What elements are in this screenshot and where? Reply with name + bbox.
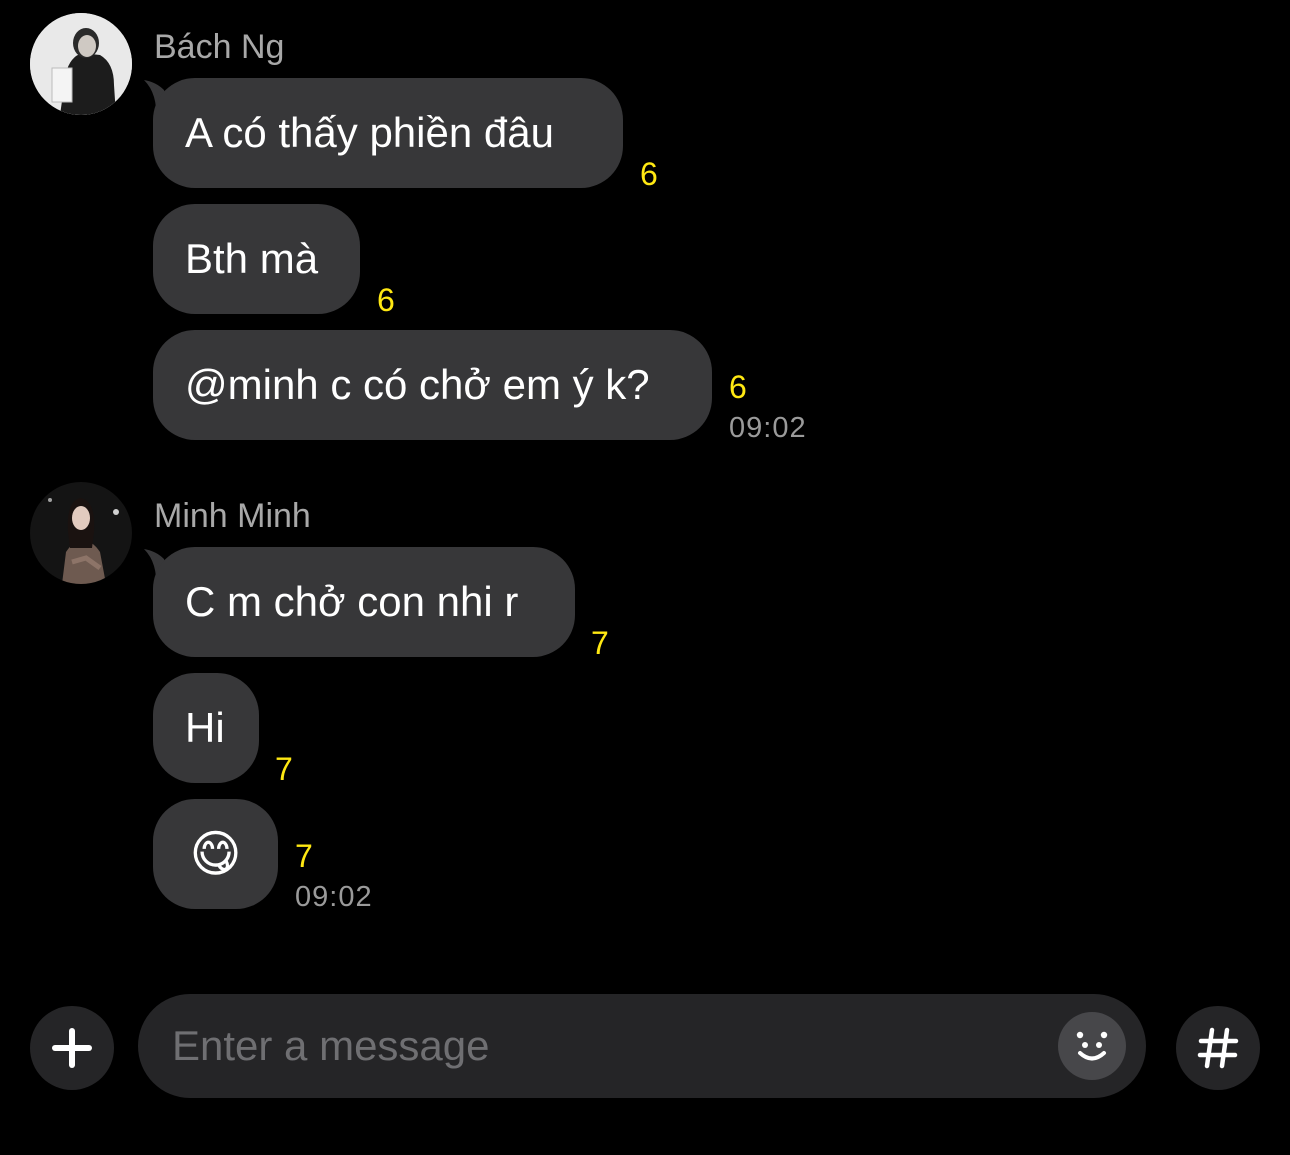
hashtag-icon — [1197, 1027, 1239, 1069]
message-bubble[interactable]: Bth mà — [153, 204, 360, 314]
message-timestamp: 09:02 — [295, 881, 373, 913]
avatar-bach-ng[interactable] — [30, 13, 132, 115]
sender-name: Bách Ng — [154, 28, 285, 66]
unread-count: 7 — [275, 751, 293, 787]
unread-count: 7 — [295, 838, 313, 874]
unread-count: 6 — [640, 156, 658, 192]
plus-icon — [52, 1028, 92, 1068]
message-text: @minh c có chở em ý k? — [185, 361, 650, 408]
message-text: C m chở con nhi r — [185, 578, 519, 625]
emoji-button[interactable] — [1058, 1012, 1126, 1080]
message-input[interactable]: Enter a message — [138, 994, 1146, 1098]
smiley-face-icon — [1076, 1031, 1108, 1061]
message-bubble[interactable]: A có thấy phiền đâu — [153, 78, 623, 188]
unread-count: 6 — [729, 369, 747, 405]
message-bubble[interactable]: 😋 — [153, 799, 278, 909]
message-bubble[interactable]: Hi — [153, 673, 259, 783]
unread-count: 7 — [591, 625, 609, 661]
message-timestamp: 09:02 — [729, 412, 807, 444]
message-text: Hi — [185, 704, 225, 751]
message-bubble[interactable]: @minh c có chở em ý k? — [153, 330, 712, 440]
profile-photo-icon — [30, 482, 132, 584]
message-input-placeholder: Enter a message — [172, 1022, 490, 1069]
hashtag-search-button[interactable] — [1176, 1006, 1260, 1090]
emoji-yum-icon: 😋 — [189, 826, 242, 882]
avatar-minh-minh[interactable] — [30, 482, 132, 584]
message-text: Bth mà — [185, 235, 319, 282]
sender-name: Minh Minh — [154, 497, 311, 535]
message-text: A có thấy phiền đâu — [185, 109, 554, 156]
profile-photo-icon — [30, 13, 132, 115]
message-bubble[interactable]: C m chở con nhi r — [153, 547, 575, 657]
unread-count: 6 — [377, 282, 395, 318]
add-attachment-button[interactable] — [30, 1006, 114, 1090]
